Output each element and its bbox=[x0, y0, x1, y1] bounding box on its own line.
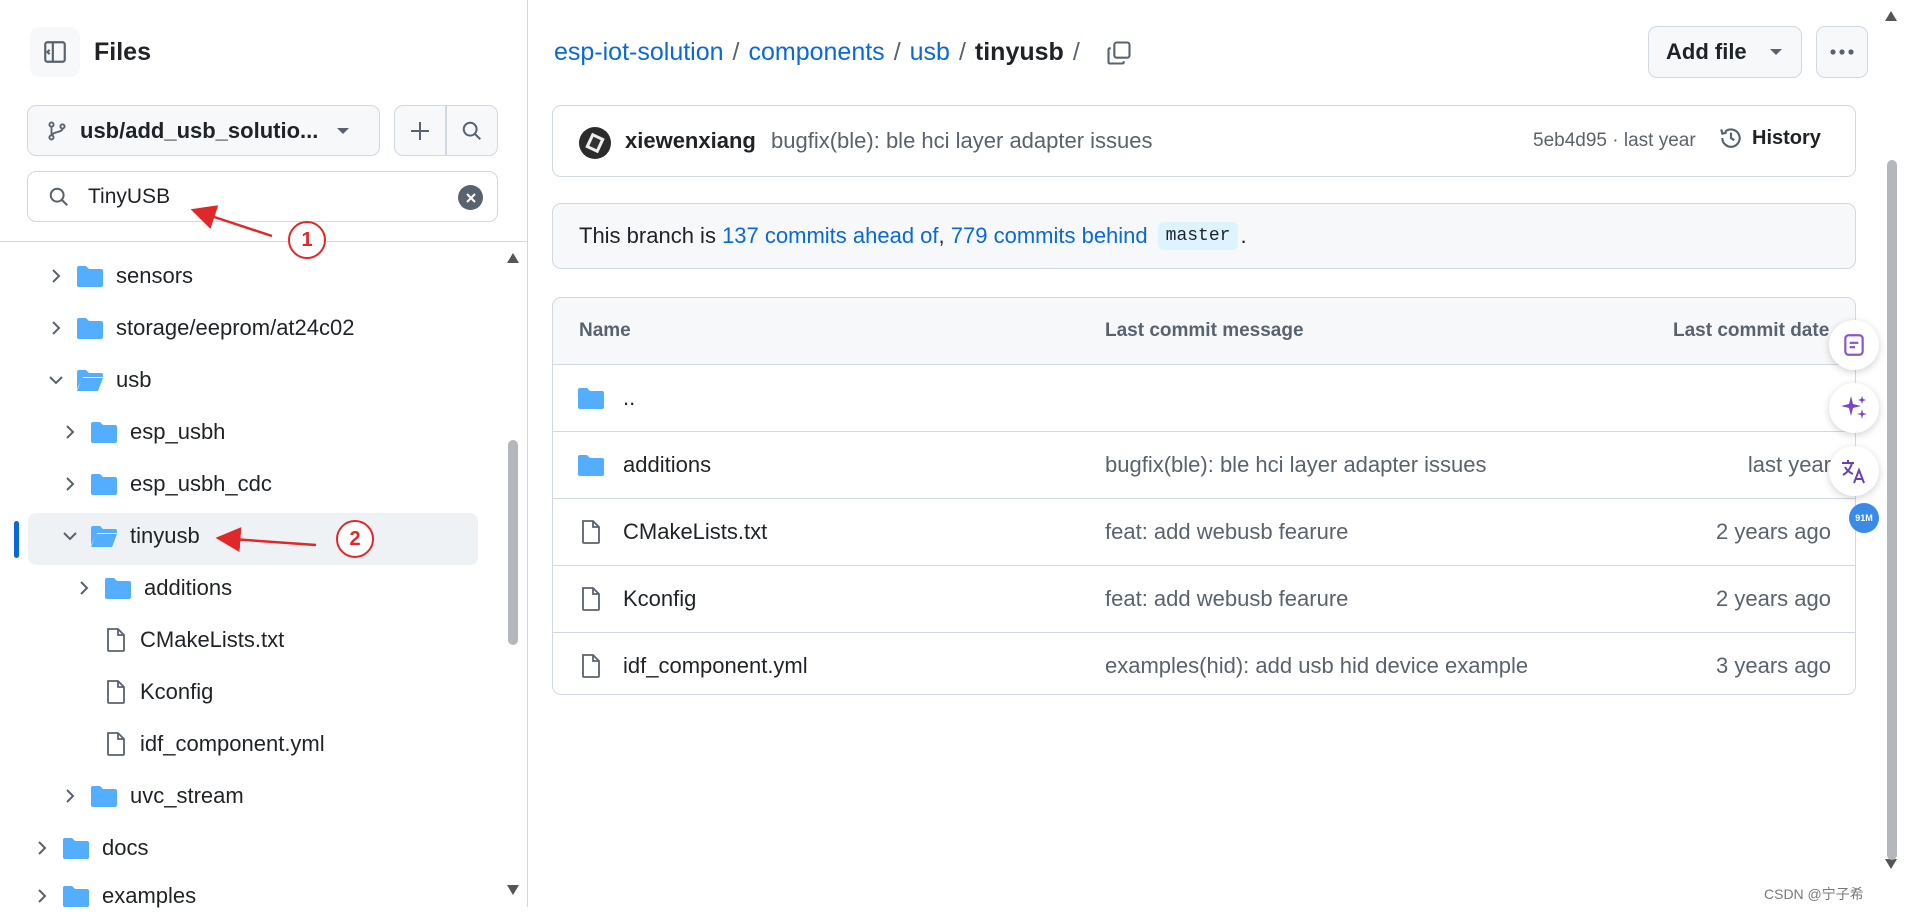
annotation-marker-1: 1 bbox=[288, 221, 326, 259]
breadcrumb-repo-link[interactable]: esp-iot-solution bbox=[554, 38, 724, 67]
copy-path-button[interactable] bbox=[1105, 39, 1133, 67]
row-commit-message[interactable]: examples(hid): add usb hid device exampl… bbox=[1105, 633, 1528, 694]
breadcrumb-components-link[interactable]: components bbox=[748, 38, 884, 67]
table-header: Name Last commit message Last commit dat… bbox=[553, 298, 1855, 365]
kebab-horizontal-icon bbox=[1830, 49, 1854, 55]
scroll-up-icon bbox=[1885, 11, 1897, 21]
row-file-name[interactable]: additions bbox=[623, 452, 711, 478]
breadcrumb-usb-link[interactable]: usb bbox=[910, 38, 950, 67]
table-row[interactable]: additions bugfix(ble): ble hci layer adap… bbox=[553, 432, 1855, 499]
parent-directory-label[interactable]: .. bbox=[623, 385, 635, 411]
row-commit-date: 2 years ago bbox=[1716, 586, 1831, 611]
branch-info-suffix: . bbox=[1240, 223, 1247, 248]
row-icon bbox=[577, 519, 605, 545]
row-commit-date: 3 years ago bbox=[1716, 653, 1831, 678]
breadcrumb-separator: / bbox=[732, 38, 740, 66]
commit-meta[interactable]: 5eb4d95 · last year bbox=[1533, 130, 1696, 152]
notes-float-button[interactable] bbox=[1829, 320, 1879, 370]
file-table: Name Last commit message Last commit dat… bbox=[552, 297, 1856, 695]
table-row[interactable]: CMakeLists.txt feat: add webusb fearure 2 … bbox=[553, 499, 1855, 566]
branch-info-prefix: This branch is bbox=[579, 223, 723, 248]
row-commit-message[interactable]: feat: add webusb fearure bbox=[1105, 566, 1348, 632]
add-file-dropdown[interactable]: Add file bbox=[1648, 26, 1802, 78]
commits-behind-link[interactable]: 779 commits behind bbox=[951, 223, 1148, 249]
file-icon bbox=[582, 654, 600, 678]
folder-icon bbox=[578, 388, 604, 409]
history-label: History bbox=[1752, 126, 1821, 149]
breadcrumb: esp-iot-solution / components / usb / ti… bbox=[554, 38, 1133, 67]
row-file-name[interactable]: idf_component.yml bbox=[623, 653, 808, 679]
latest-commit-box: xiewenxiang bugfix(ble): ble hci layer a… bbox=[552, 105, 1856, 177]
row-file-name[interactable]: Kconfig bbox=[623, 586, 696, 612]
row-commit-message[interactable]: feat: add webusb fearure bbox=[1105, 499, 1348, 565]
avatar[interactable] bbox=[579, 127, 611, 159]
table-row[interactable]: Kconfig feat: add webusb fearure 2 years a… bbox=[553, 566, 1855, 633]
file-icon bbox=[582, 520, 600, 544]
history-icon bbox=[1720, 128, 1741, 148]
column-header-date: Last commit date bbox=[1673, 320, 1830, 341]
branch-comparison-banner: This branch is 137 commits ahead of , 77… bbox=[552, 203, 1856, 269]
sparkle-icon bbox=[1841, 396, 1867, 419]
annotation-marker-2: 2 bbox=[336, 520, 374, 558]
caret-down-icon bbox=[1769, 49, 1782, 55]
row-icon bbox=[577, 653, 605, 679]
commit-author[interactable]: xiewenxiang bbox=[625, 128, 756, 154]
row-icon bbox=[577, 453, 605, 477]
row-file-name[interactable]: CMakeLists.txt bbox=[623, 519, 767, 545]
base-branch-badge: master bbox=[1157, 222, 1239, 250]
translate-float-button[interactable] bbox=[1829, 446, 1879, 496]
folder-icon bbox=[578, 455, 604, 476]
row-icon bbox=[577, 586, 605, 612]
breadcrumb-current: tinyusb bbox=[974, 38, 1064, 66]
breadcrumb-separator: / bbox=[1072, 38, 1080, 66]
notebook-icon bbox=[1844, 334, 1864, 356]
breadcrumb-separator: / bbox=[958, 38, 966, 66]
ai-float-button[interactable] bbox=[1829, 383, 1879, 433]
column-header-message: Last commit message bbox=[1105, 320, 1304, 341]
row-commit-date: last year bbox=[1747, 452, 1831, 477]
page-scroll-thumb[interactable] bbox=[1887, 160, 1897, 860]
table-row[interactable]: idf_component.yml examples(hid): add usb … bbox=[553, 633, 1855, 694]
more-options-button[interactable] bbox=[1816, 26, 1868, 78]
row-commit-date: 2 years ago bbox=[1716, 519, 1831, 544]
commit-message[interactable]: bugfix(ble): ble hci layer adapter issue… bbox=[771, 128, 1153, 154]
file-icon bbox=[582, 587, 600, 611]
translate-icon bbox=[1842, 460, 1865, 484]
row-commit-message[interactable]: bugfix(ble): ble hci layer adapter issue… bbox=[1105, 432, 1487, 498]
network-speed-badge: 91M bbox=[1849, 503, 1879, 533]
commits-ahead-link[interactable]: 137 commits ahead of bbox=[722, 223, 938, 249]
column-header-name: Name bbox=[579, 320, 631, 341]
breadcrumb-separator: / bbox=[893, 38, 901, 66]
parent-directory-row[interactable]: .. bbox=[553, 365, 1855, 432]
copy-icon bbox=[1107, 40, 1131, 65]
add-file-label: Add file bbox=[1666, 39, 1747, 64]
branch-info-comma: , bbox=[938, 223, 951, 248]
watermark: CSDN @宁子希 bbox=[1764, 886, 1864, 902]
history-button[interactable]: History bbox=[1718, 125, 1821, 151]
